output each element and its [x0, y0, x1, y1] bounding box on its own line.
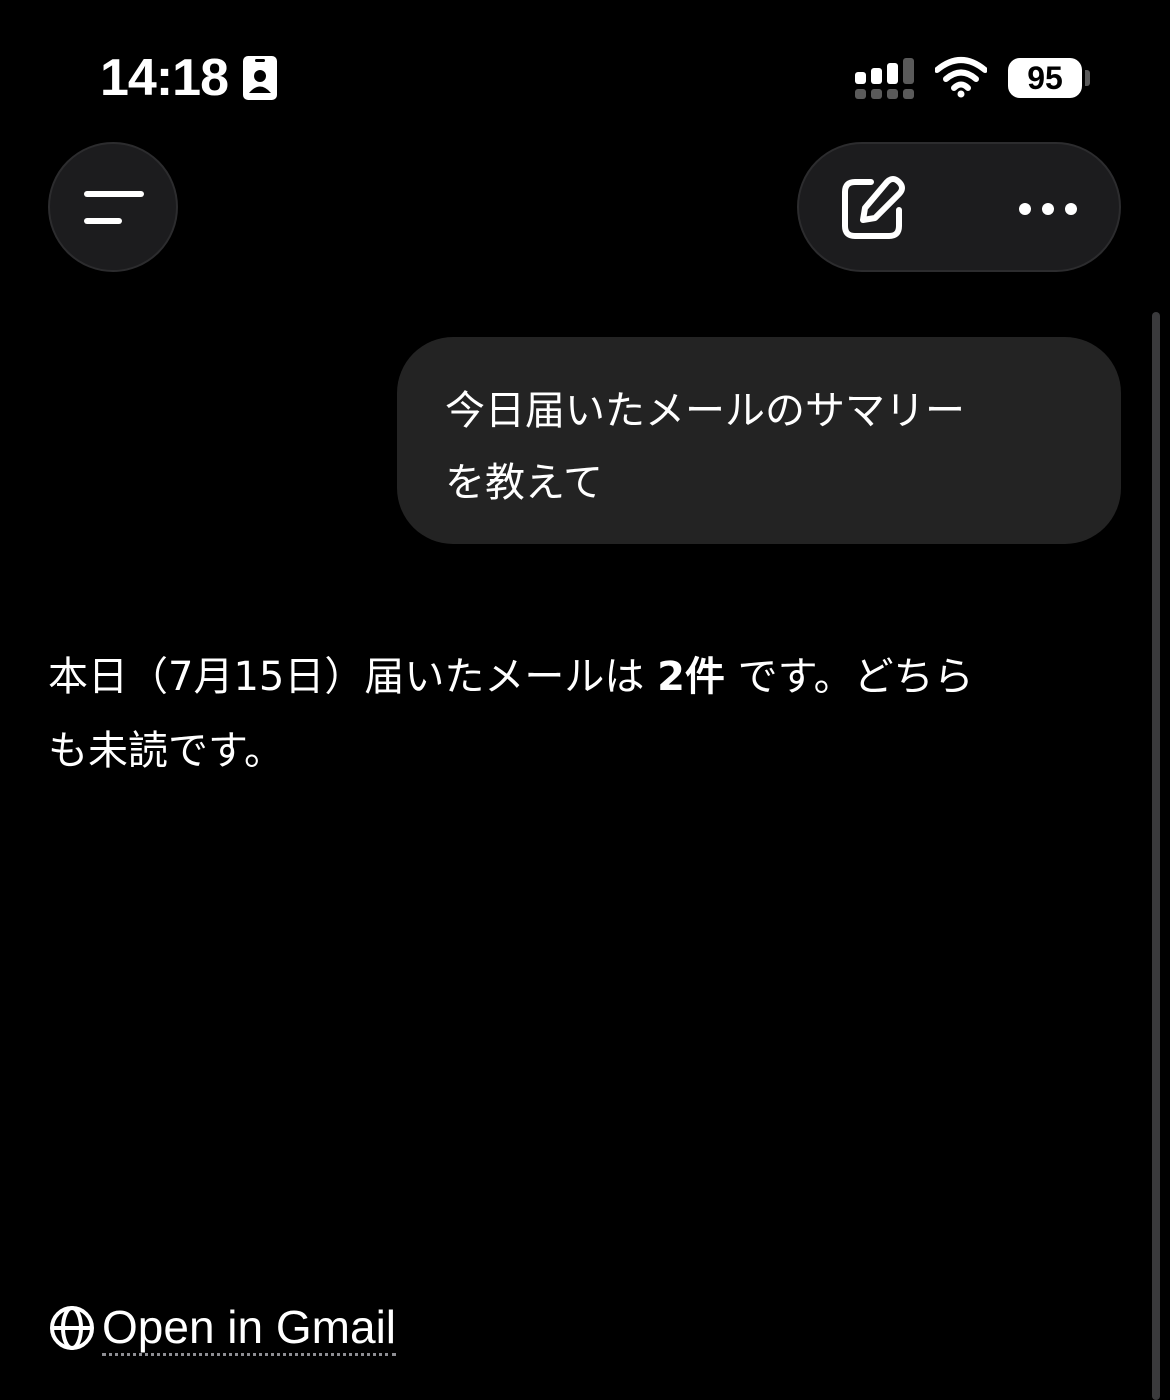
battery-nub	[1085, 70, 1090, 86]
open-in-gmail-link[interactable]: Open in Gmail	[48, 1298, 397, 1358]
open-in-gmail-label[interactable]: Open in Gmail	[102, 1301, 397, 1356]
more-options-button[interactable]	[999, 164, 1099, 254]
status-bar: 14:18 95	[0, 0, 1170, 130]
assistant-message: 本日（7月15日）届いたメールは 2件 です。どちら も未読です。	[48, 640, 1108, 788]
user-message-line: を教えて	[445, 460, 603, 506]
header-actions	[797, 142, 1121, 272]
globe-icon	[50, 1306, 94, 1350]
new-chat-button[interactable]	[829, 164, 919, 254]
user-message-line: 今日届いたメールのサマリー	[445, 388, 965, 434]
ellipsis-icon	[1019, 203, 1077, 215]
assistant-message-line: 本日（7月15日）届いたメールは 2件 です。どちら	[48, 640, 1108, 714]
assistant-text-segment: です。どちら	[724, 654, 974, 700]
wifi-icon	[935, 57, 987, 98]
status-time: 14:18	[100, 49, 229, 107]
assistant-text-segment: 本日（7月15日）届いたメールは	[48, 654, 658, 700]
menu-lines-icon	[84, 191, 144, 224]
scrollbar[interactable]	[1152, 312, 1160, 1400]
cellular-signal-icon	[855, 58, 914, 99]
email-count: 2件	[657, 654, 725, 700]
menu-button[interactable]	[48, 142, 178, 272]
user-message-bubble: 今日届いたメールのサマリー を教えて	[397, 337, 1121, 544]
compose-icon	[842, 176, 905, 239]
assistant-message-line: も未読です。	[48, 728, 284, 774]
battery-icon: 95	[1008, 58, 1082, 98]
id-card-icon	[243, 56, 277, 100]
